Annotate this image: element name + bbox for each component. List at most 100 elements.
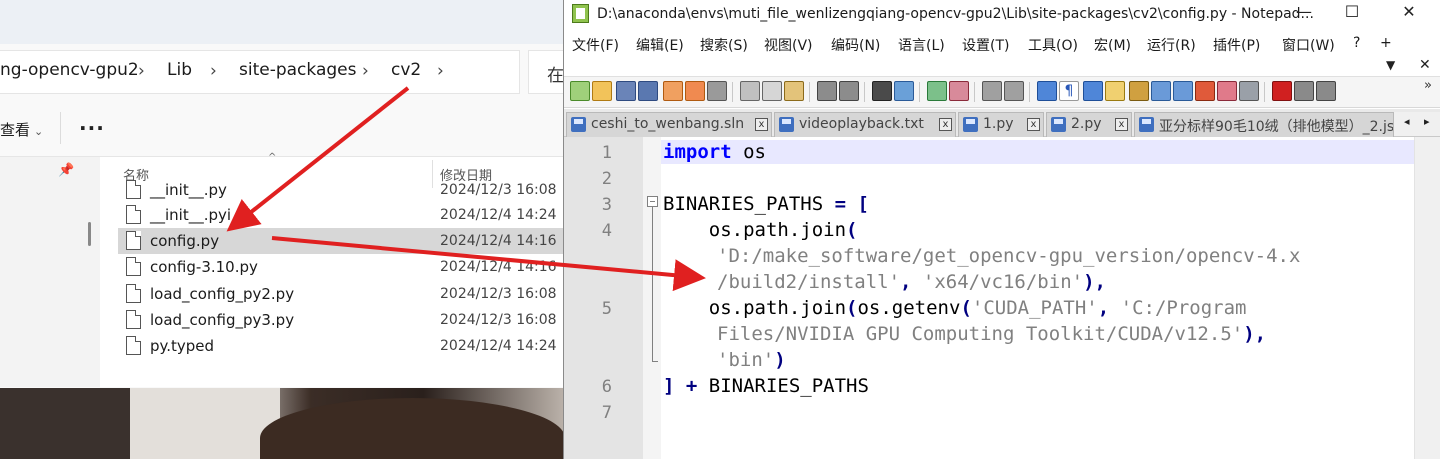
file-date: 2024/12/4 14:16 <box>440 259 557 275</box>
play-macro-icon[interactable] <box>1316 81 1336 101</box>
vertical-scrollbar[interactable] <box>1414 137 1440 459</box>
menu-language[interactable]: 语言(L) <box>898 35 945 55</box>
search-box[interactable]: 在 <box>528 50 565 94</box>
doc-map-icon[interactable] <box>1129 81 1149 101</box>
record-macro-icon[interactable] <box>1272 81 1292 101</box>
maximize-button[interactable]: ☐ <box>1337 2 1367 21</box>
doc-list-icon[interactable] <box>1151 81 1171 101</box>
show-all-characters-icon[interactable]: ¶ <box>1059 81 1079 101</box>
folder-as-workspace-icon[interactable] <box>1195 81 1215 101</box>
new-file-icon[interactable] <box>570 81 590 101</box>
print-icon[interactable] <box>707 81 727 101</box>
line-number: 2 <box>601 169 612 189</box>
code-line-1: import os <box>663 141 766 163</box>
menu-view[interactable]: 视图(V) <box>764 35 813 55</box>
file-date: 2024/12/3 16:08 <box>440 286 557 302</box>
explorer-title-strip <box>0 0 565 44</box>
desktop-wallpaper <box>0 388 565 459</box>
file-row[interactable]: __init__.pyi 2024/12/4 14:24 <box>118 202 565 228</box>
tab-label: 2.py <box>1071 116 1102 132</box>
tab-label: 1.py <box>983 116 1014 132</box>
tab-close-icon[interactable]: x <box>1027 118 1040 131</box>
breadcrumb-site-packages[interactable]: site-packages <box>239 60 356 80</box>
breadcrumb-env[interactable]: ng-opencv-gpu2 <box>0 60 139 80</box>
menu-add[interactable]: + <box>1380 35 1392 51</box>
more-options-button[interactable]: ··· <box>79 116 105 140</box>
menu-encoding[interactable]: 编码(N) <box>831 35 880 55</box>
toolbar-divider <box>864 82 865 102</box>
tab-scroll-left-icon[interactable]: ◂ <box>1404 115 1410 128</box>
file-row-selected[interactable]: config.py 2024/12/4 14:16 <box>118 228 565 254</box>
file-row[interactable]: __init__.py 2024/12/3 16:08 <box>118 177 565 203</box>
tab-scroll-right-icon[interactable]: ▸ <box>1424 115 1430 128</box>
menu-tools[interactable]: 工具(O) <box>1028 35 1078 55</box>
indent-guide-icon[interactable] <box>1083 81 1103 101</box>
menu-settings[interactable]: 设置(T) <box>962 35 1009 55</box>
saved-file-icon <box>1139 117 1154 132</box>
notepad-app-icon[interactable] <box>572 4 589 23</box>
file-row[interactable]: load_config_py3.py 2024/12/3 16:08 <box>118 307 565 333</box>
tab-close-icon[interactable]: x <box>939 118 952 131</box>
code-line-4: os.path.join( <box>663 219 858 241</box>
sync-vertical-icon[interactable] <box>982 81 1002 101</box>
tab-2-py[interactable]: 2.py x <box>1046 112 1132 137</box>
menu-help[interactable]: ? <box>1353 35 1360 51</box>
file-row[interactable]: load_config_py2.py 2024/12/3 16:08 <box>118 281 565 307</box>
tab-label: 亚分标样90毛10绒（排他模型）_2.js <box>1159 119 1394 135</box>
save-icon[interactable] <box>616 81 636 101</box>
toolbar-divider <box>1029 82 1030 102</box>
cut-icon[interactable] <box>740 81 760 101</box>
tab-close-icon[interactable]: x <box>1115 118 1128 131</box>
tab-videoplayback[interactable]: videoplayback.txt x <box>774 112 956 137</box>
sort-up-icon: ^ <box>268 152 277 163</box>
undo-icon[interactable] <box>817 81 837 101</box>
line-number: 3 <box>601 195 612 215</box>
file-icon <box>126 205 141 224</box>
folder-icon[interactable] <box>1217 81 1237 101</box>
menu-file[interactable]: 文件(F) <box>572 35 619 55</box>
pin-icon[interactable]: 📌 <box>58 163 74 178</box>
breadcrumb-cv2[interactable]: cv2 <box>391 60 421 80</box>
toolbar-overflow-icon[interactable]: » <box>1424 78 1432 93</box>
redo-icon[interactable] <box>839 81 859 101</box>
view-button[interactable]: 查看 ⌄ <box>0 119 43 140</box>
open-file-icon[interactable] <box>592 81 612 101</box>
zoom-out-icon[interactable] <box>949 81 969 101</box>
tab-1-py[interactable]: 1.py x <box>958 112 1044 137</box>
close-file-icon[interactable] <box>663 81 683 101</box>
menu-search[interactable]: 搜索(S) <box>700 35 748 55</box>
copy-icon[interactable] <box>762 81 782 101</box>
breadcrumb-lib[interactable]: Lib <box>167 60 192 80</box>
save-all-icon[interactable] <box>638 81 658 101</box>
file-name: load_config_py2.py <box>150 285 295 303</box>
menu-macro[interactable]: 宏(M) <box>1094 35 1131 55</box>
fold-guide-end <box>652 361 658 362</box>
minimize-button[interactable]: — <box>1289 2 1319 21</box>
file-row[interactable]: py.typed 2024/12/4 14:24 <box>118 333 565 359</box>
file-row[interactable]: config-3.10.py 2024/12/4 14:16 <box>118 254 565 280</box>
tab-close-icon[interactable]: x <box>755 118 768 131</box>
menu-edit[interactable]: 编辑(E) <box>636 35 684 55</box>
stop-macro-icon[interactable] <box>1294 81 1314 101</box>
navigation-pane <box>0 157 100 387</box>
sync-horizontal-icon[interactable] <box>1004 81 1024 101</box>
tab-yafen-js[interactable]: 亚分标样90毛10绒（排他模型）_2.js <box>1134 112 1394 137</box>
replace-icon[interactable] <box>894 81 914 101</box>
word-wrap-icon[interactable] <box>1037 81 1057 101</box>
close-document-icon[interactable]: ✕ <box>1419 57 1431 73</box>
close-all-icon[interactable] <box>685 81 705 101</box>
menu-window[interactable]: 窗口(W) <box>1282 35 1335 55</box>
monitoring-eye-icon[interactable] <box>1239 81 1259 101</box>
fold-toggle-icon[interactable] <box>647 196 658 207</box>
language-define-icon[interactable] <box>1105 81 1125 101</box>
tab-list-dropdown-icon[interactable]: ▼ <box>1386 58 1395 72</box>
close-button[interactable]: ✕ <box>1394 2 1424 21</box>
paste-icon[interactable] <box>784 81 804 101</box>
menu-plugins[interactable]: 插件(P) <box>1213 35 1260 55</box>
tab-ceshi-to-wenbang[interactable]: ceshi_to_wenbang.sln x <box>566 112 772 137</box>
zoom-in-icon[interactable] <box>927 81 947 101</box>
function-list-icon[interactable] <box>1173 81 1193 101</box>
nav-scrollbar[interactable] <box>88 222 91 246</box>
menu-run[interactable]: 运行(R) <box>1147 35 1196 55</box>
find-icon[interactable] <box>872 81 892 101</box>
